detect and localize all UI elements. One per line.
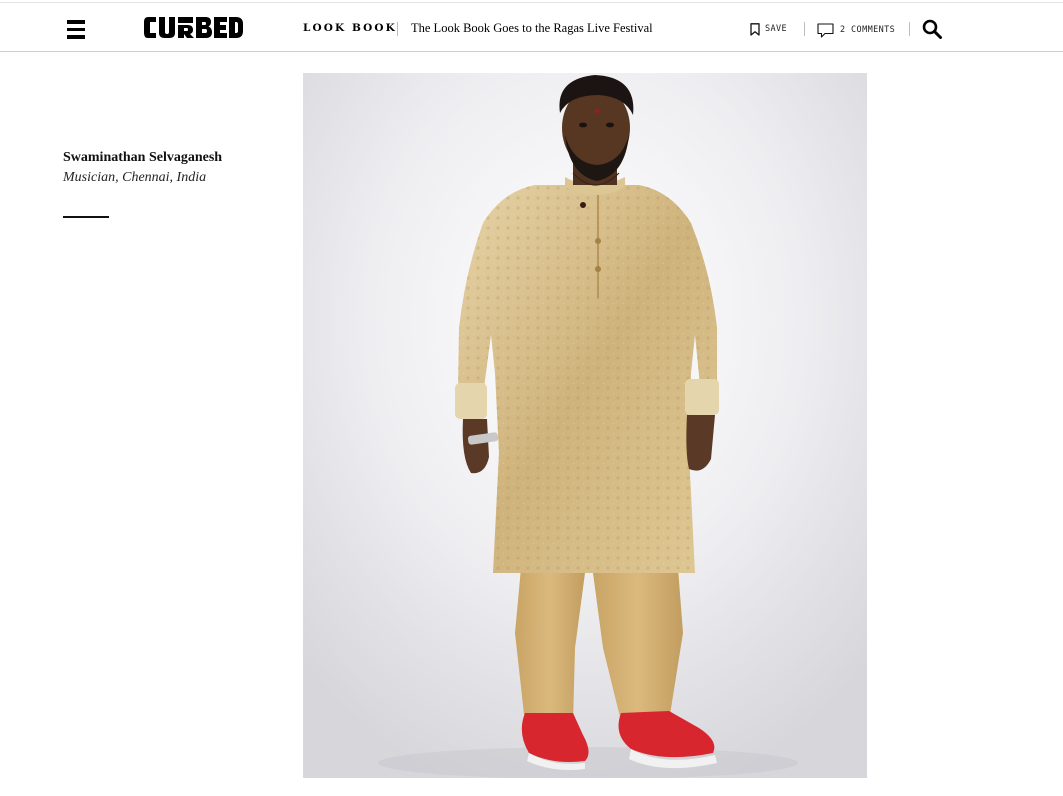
search-icon[interactable] xyxy=(922,19,942,39)
divider xyxy=(909,22,910,36)
caption-rule xyxy=(63,216,109,218)
comments-button[interactable]: 2 COMMENTS xyxy=(817,21,895,39)
curbed-logo[interactable] xyxy=(142,13,244,42)
subject-name: Swaminathan Selvaganesh xyxy=(63,150,223,165)
subject-description: Musician, Chennai, India xyxy=(63,170,207,185)
portrait-illustration xyxy=(303,73,867,778)
curbed-logo-mark xyxy=(144,17,243,38)
comments-count-label: 2 COMMENTS xyxy=(840,25,896,35)
portrait-photo xyxy=(303,73,867,778)
save-button[interactable]: SAVE xyxy=(750,21,787,37)
save-label: SAVE xyxy=(765,24,788,34)
comment-icon xyxy=(817,22,834,38)
article-headline: The Look Book Goes to the Ragas Live Fes… xyxy=(411,21,653,35)
top-nav-bar: LOOK BOOK The Look Book Goes to the Raga… xyxy=(0,2,1063,52)
bookmark-icon xyxy=(750,22,760,36)
divider xyxy=(397,22,398,36)
divider xyxy=(804,22,805,36)
menu-icon[interactable] xyxy=(67,20,85,39)
section-label[interactable]: LOOK BOOK xyxy=(303,22,397,34)
